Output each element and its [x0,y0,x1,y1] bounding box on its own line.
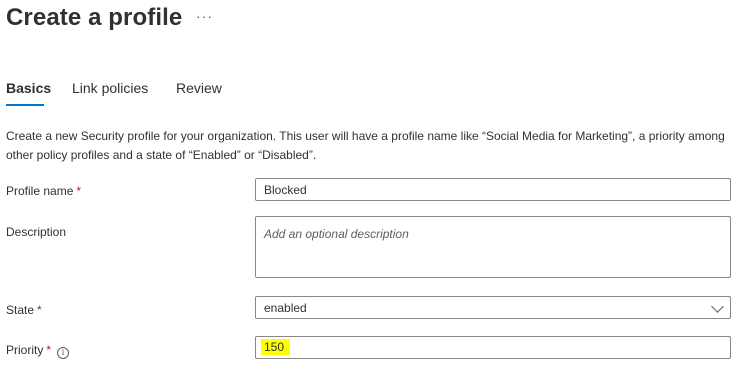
tab-link-policies[interactable]: Link policies [72,80,148,96]
active-tab-indicator [6,104,44,106]
priority-value: 150 [261,339,291,355]
required-marker: * [37,303,42,317]
tab-basics[interactable]: Basics [6,80,52,106]
state-selected-value: enabled [264,301,307,315]
description-placeholder: Add an optional description [264,227,409,241]
intro-description: Create a new Security profile for your o… [6,129,725,162]
required-marker: * [76,184,82,198]
state-dropdown[interactable]: enabled [255,296,731,319]
required-marker: * [46,343,52,357]
priority-label-text: Priority [6,343,44,357]
info-icon[interactable]: i [57,347,70,359]
tab-review-label: Review [176,80,222,96]
priority-label: Priority * i [6,343,70,359]
tab-link-policies-label: Link policies [72,80,149,96]
description-field[interactable]: Add an optional description [255,216,731,278]
state-label: State * [6,303,42,317]
profile-name-label-text: Profile name [6,184,74,198]
state-label-text: State [6,303,35,317]
profile-name-value: Blocked [264,183,307,197]
tab-review[interactable]: Review [176,80,222,96]
profile-name-field[interactable]: Blocked [255,178,731,201]
priority-field[interactable]: 150 [255,336,731,359]
tab-basics-label: Basics [6,80,52,96]
chevron-down-icon [711,300,724,313]
profile-name-label: Profile name * [6,184,81,198]
priority-value-highlight: 150 [261,339,291,355]
description-label: Description [6,225,67,239]
more-options-button[interactable]: ··· [196,8,213,24]
page-title: Create a profile [6,4,183,31]
